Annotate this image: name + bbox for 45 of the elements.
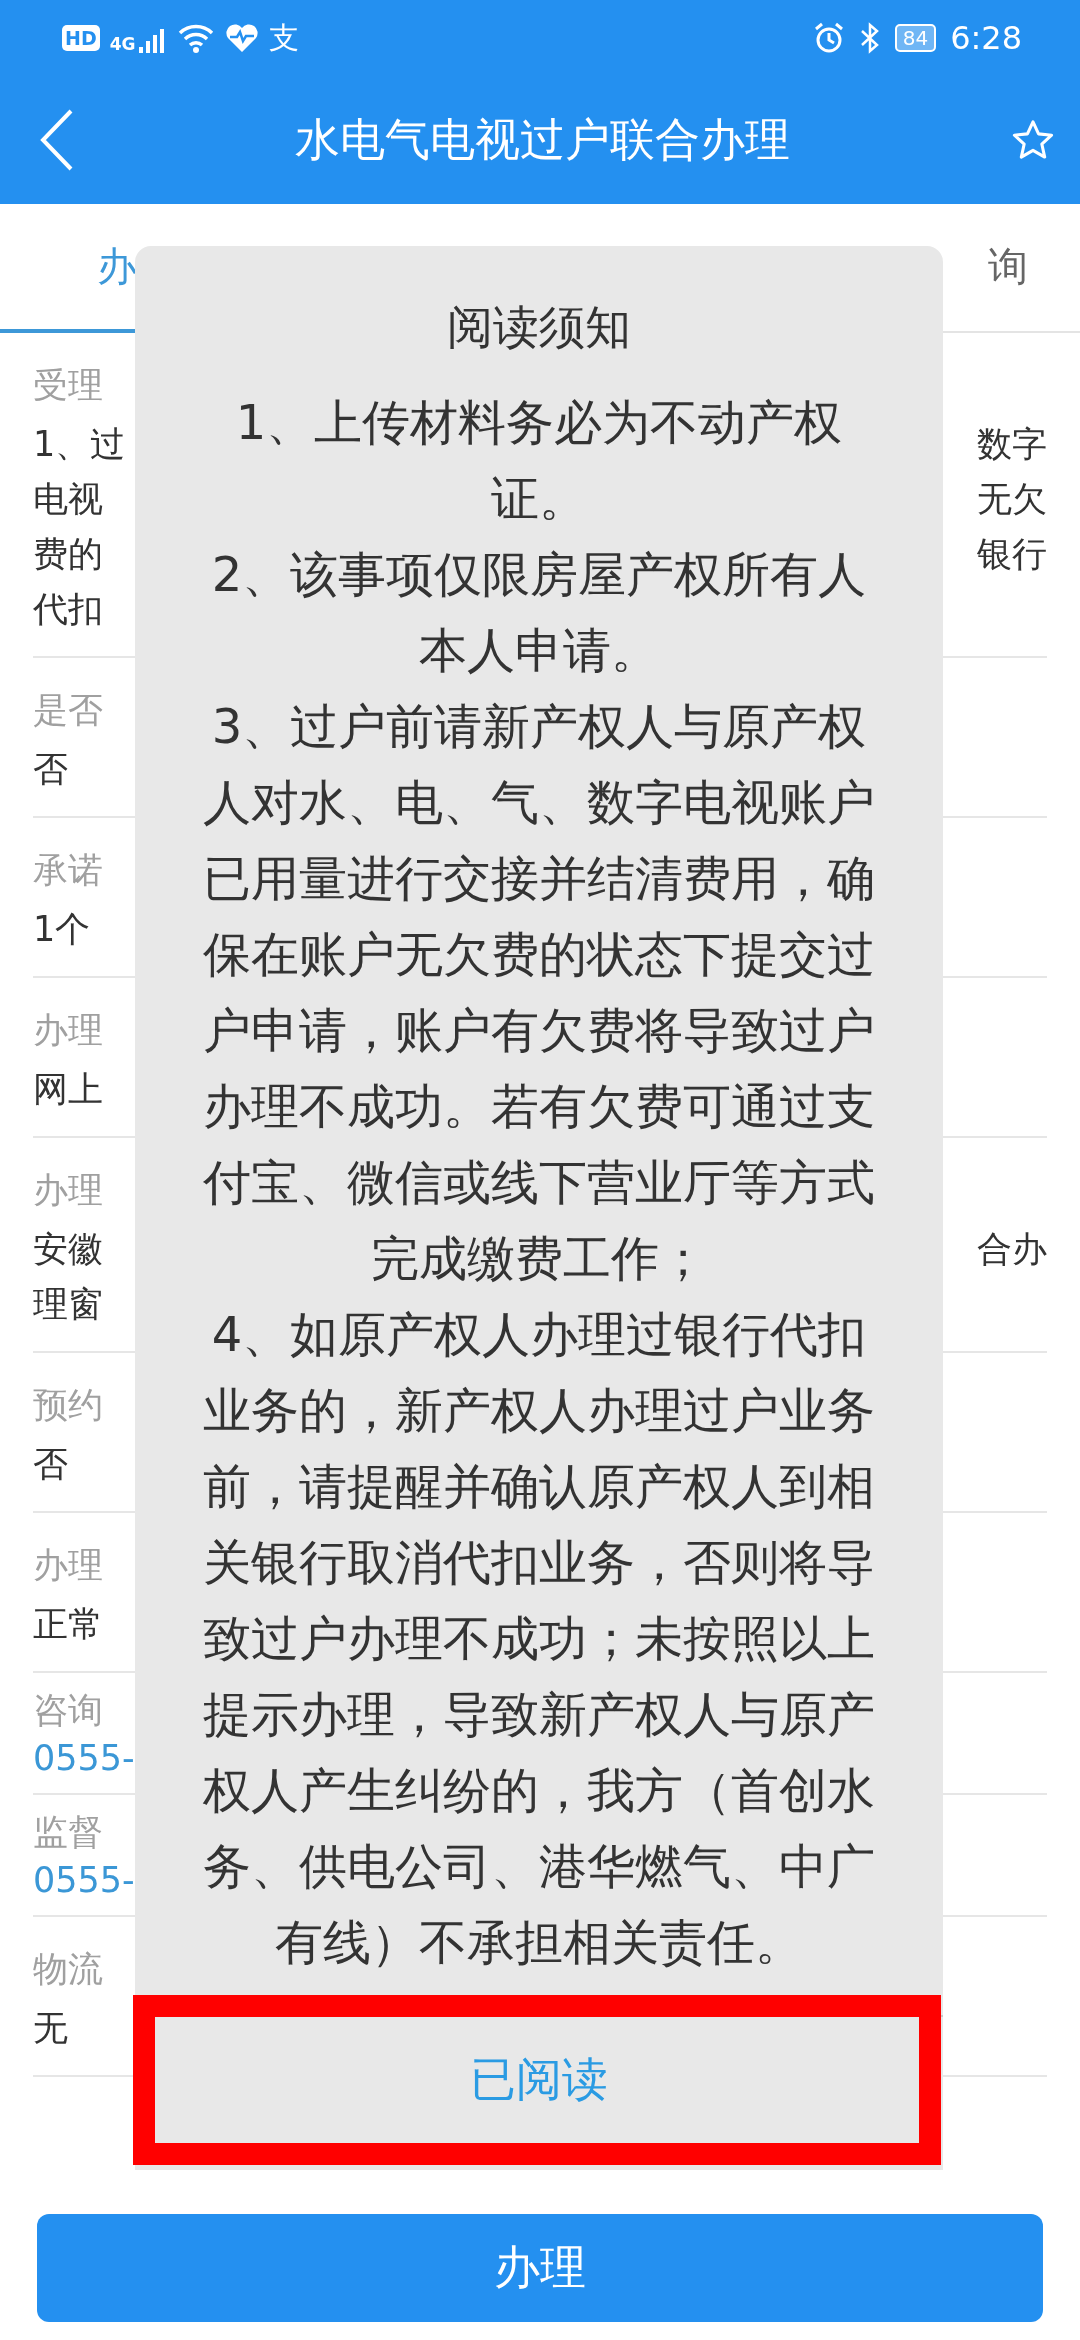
network-label: 4G — [109, 33, 136, 54]
health-icon — [225, 22, 260, 53]
field-label: 监督 — [33, 1811, 103, 1854]
notice-paragraph: 3、过户前请新产权人与原产权人对水、电、气、数字电视账户已用量进行交接并结清费用，确保在账户无欠费的状态下提交过户申请，账户有欠费将导致过户办理不成功。若有欠费可通过支付宝、微信或线下营业厅等方式完成缴费工作； — [202, 697, 876, 1288]
field-label: 办理 — [33, 1009, 103, 1052]
field-label: 是否 — [33, 689, 103, 732]
field-value: 1、过 — [33, 423, 126, 466]
field-value: 安徽 — [33, 1228, 103, 1271]
field-value: 无欠 — [977, 478, 1047, 521]
submit-button[interactable]: 办理 — [37, 2214, 1043, 2322]
field-label: 受理 — [33, 364, 103, 407]
field-label: 咨询 — [33, 1689, 103, 1732]
field-value: 1个 — [33, 908, 91, 951]
hd-badge: HD — [62, 24, 100, 51]
field-value: 无 — [33, 2007, 68, 2050]
back-icon — [40, 108, 74, 171]
field-value: 否 — [33, 748, 68, 791]
field-label: 办理 — [33, 1169, 103, 1212]
field-value: 代扣 — [33, 588, 103, 631]
field-value: 理窗 — [33, 1283, 103, 1326]
alarm-icon — [812, 21, 845, 54]
field-value: 数字 — [977, 423, 1047, 466]
field-value: 否 — [33, 1443, 68, 1486]
notice-paragraph: 1、上传材料务必为不动产权证。 — [234, 393, 844, 528]
clock-time: 6:28 — [950, 18, 1022, 57]
field-value: 网上 — [33, 1068, 103, 1111]
field-label: 预约 — [33, 1384, 103, 1427]
phone-link[interactable]: 0555- — [33, 1857, 135, 1903]
field-label: 物流 — [33, 1948, 103, 1991]
field-label: 办理 — [33, 1544, 103, 1587]
field-value: 银行 — [977, 533, 1047, 576]
notice-paragraph: 2、该事项仅限房屋产权所有人本人申请。 — [210, 545, 868, 680]
notice-paragraph: 4、如原产权人办理过银行代扣业务的，新产权人办理过户业务前，请提醒并确认原产权人到相关银行取消代扣业务，否则将导致过户办理不成功；未按照以上提示办理，导致新产权人与原产权人产生纠纷的，我方（首创水务、供电公司、港华燃气、中广有线）不承担相关责任。 — [202, 1305, 876, 1972]
notification-icon: 支 — [269, 20, 300, 55]
page-title: 水电气电视过户联合办理 — [294, 111, 790, 168]
field-value: 电视 — [33, 478, 103, 521]
tab[interactable]: 询 — [988, 204, 1028, 333]
field-value: 费的 — [33, 533, 103, 576]
field-value: 合办 — [977, 1228, 1047, 1271]
back-button[interactable] — [40, 108, 74, 171]
battery-level: 84 — [894, 23, 937, 52]
field-label: 承诺 — [33, 849, 103, 892]
field-value: 正常 — [33, 1603, 103, 1646]
phone-link[interactable]: 0555- — [33, 1735, 135, 1781]
dialog-title: 阅读须知 — [447, 299, 631, 356]
